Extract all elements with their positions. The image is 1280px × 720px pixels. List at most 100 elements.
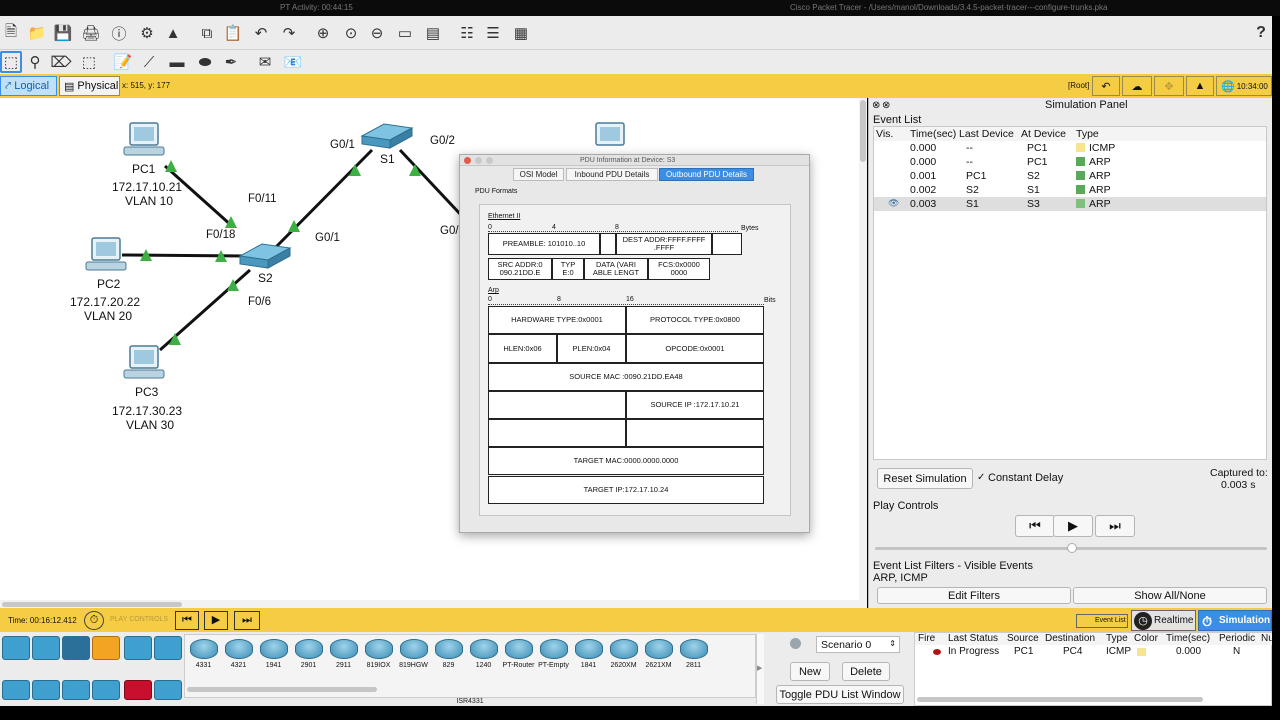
back-icon[interactable]: ↶	[1092, 76, 1120, 96]
switch-s2-icon[interactable]	[238, 243, 292, 269]
zoom-out-icon[interactable]: ⊖	[366, 22, 388, 44]
drawing-palette-icon[interactable]: ▭	[394, 22, 416, 44]
undock-panel-icon[interactable]: ⊗	[882, 100, 890, 111]
delete-icon[interactable]: ⌦	[50, 51, 72, 73]
device-pt-router[interactable]: PT-Router	[502, 637, 535, 683]
minimize-window-icon[interactable]	[475, 157, 482, 164]
event-row-selected[interactable]: 👁 0.003 S1 S3 ARP	[874, 197, 1266, 211]
new-scenario-button[interactable]: New	[790, 662, 830, 681]
zoom-reset-icon[interactable]: ⊙	[340, 22, 362, 44]
viewport-clock[interactable]: 🌐 10:34:00	[1216, 76, 1272, 96]
play-button[interactable]: ▶	[1053, 515, 1093, 537]
step-back-icon[interactable]: ⏮	[175, 611, 199, 630]
realtime-mode-button[interactable]: ◷ Realtime	[1131, 610, 1196, 631]
misc-category-icon[interactable]	[124, 636, 152, 660]
play-speed-slider-thumb[interactable]	[1067, 543, 1077, 553]
hubs-subcategory-icon[interactable]	[62, 680, 90, 700]
simulation-mode-button[interactable]: ⏱ Simulation	[1198, 610, 1272, 631]
event-row[interactable]: 0.001 PC1 S2 ARP	[874, 169, 1266, 183]
device-model-list[interactable]: 4331 4321 1941 2901 2911 819IOX 819HGW 8…	[184, 634, 756, 698]
event-row[interactable]: 0.002 S2 S1 ARP	[874, 183, 1266, 197]
copy-icon[interactable]: ⧉	[196, 22, 218, 44]
device-2901[interactable]: 2901	[292, 637, 325, 683]
device-2621xm[interactable]: 2621XM	[642, 637, 675, 683]
delete-scenario-button[interactable]: Delete	[842, 662, 890, 681]
device-829[interactable]: 829	[432, 637, 465, 683]
network-devices-category-icon[interactable]	[2, 636, 30, 660]
zoom-in-icon[interactable]: ⊕	[312, 22, 334, 44]
tab-inbound-pdu[interactable]: Inbound PDU Details	[566, 168, 658, 181]
pc3-icon[interactable]	[123, 345, 165, 379]
ellipse-icon[interactable]: ⬬	[194, 51, 216, 73]
pdu-list-icon[interactable]: ☷	[456, 22, 478, 44]
zoom-window-icon[interactable]	[486, 157, 493, 164]
move-icon[interactable]: ✥	[1154, 76, 1184, 96]
device-4331[interactable]: 4331	[187, 637, 220, 683]
step-back-button[interactable]: ⏮	[1015, 515, 1055, 537]
reset-simulation-button[interactable]: Reset Simulation	[877, 468, 973, 489]
rectangle-icon[interactable]: ▬	[166, 51, 188, 73]
edit-filters-button[interactable]: Edit Filters	[877, 587, 1071, 604]
step-forward-icon[interactable]: ⏭	[234, 611, 260, 630]
wizard-icon[interactable]: ⚙	[136, 22, 158, 44]
pc4-icon[interactable]	[595, 122, 625, 146]
info-icon[interactable]: ⓘ	[108, 22, 130, 44]
background-image-icon[interactable]: ▲	[1186, 76, 1214, 96]
canvas-vertical-scrollbar[interactable]	[859, 98, 867, 608]
add-complex-pdu-icon[interactable]: 📧	[282, 51, 304, 73]
network-icon[interactable]: ▲	[162, 22, 184, 44]
save-icon[interactable]: 💾	[52, 22, 74, 44]
freeform-icon[interactable]: ✒	[220, 51, 242, 73]
add-simple-pdu-icon[interactable]: ✉	[254, 51, 276, 73]
logical-tab[interactable]: ⤤ Logical	[0, 76, 57, 96]
switches-subcategory-icon[interactable]	[32, 680, 60, 700]
root-breadcrumb[interactable]: [Root]	[1068, 81, 1089, 90]
undo-icon[interactable]: ↶	[250, 22, 272, 44]
multiuser-category-icon[interactable]	[154, 636, 182, 660]
scenario-select[interactable]: Scenario 0 ⇕	[816, 636, 900, 653]
user-pdu-list[interactable]: Fire Last Status Source Destination Type…	[914, 632, 1274, 706]
event-row[interactable]: 0.000 -- PC1 ARP	[874, 155, 1266, 169]
end-devices-category-icon[interactable]	[32, 636, 60, 660]
physical-tab[interactable]: ▤ Physical	[59, 76, 120, 96]
switch-s1-icon[interactable]	[360, 123, 414, 149]
device-2620xm[interactable]: 2620XM	[607, 637, 640, 683]
toggle-pdu-list-button[interactable]: Toggle PDU List Window	[776, 685, 904, 704]
close-window-icon[interactable]	[464, 157, 471, 164]
line-icon[interactable]: ⟋	[138, 51, 160, 73]
help-icon[interactable]: ?	[1250, 22, 1272, 44]
device-list-scrollbar[interactable]	[187, 687, 377, 692]
device-2811[interactable]: 2811	[677, 637, 710, 683]
expand-icon[interactable]: ▶	[756, 634, 764, 704]
security-subcategory-icon[interactable]	[124, 680, 152, 700]
pdu-list-scrollbar[interactable]	[917, 697, 1203, 702]
device-1841[interactable]: 1841	[572, 637, 605, 683]
device-4321[interactable]: 4321	[222, 637, 255, 683]
components-category-icon[interactable]	[62, 636, 90, 660]
close-panel-icon[interactable]: ⊗	[872, 100, 880, 111]
power-cycle-icon[interactable]: ⏱	[84, 611, 104, 630]
paste-icon[interactable]: 📋	[222, 22, 244, 44]
custom-device-icon[interactable]: ▤	[422, 22, 444, 44]
pc1-icon[interactable]	[123, 122, 165, 156]
tab-outbound-pdu[interactable]: Outbound PDU Details	[659, 168, 754, 181]
constant-delay-checkbox[interactable]: ✓	[977, 472, 985, 483]
redo-icon[interactable]: ↷	[278, 22, 300, 44]
inspect-icon[interactable]: ⚲	[24, 51, 46, 73]
event-row[interactable]: 0.000 -- PC1 ICMP	[874, 141, 1266, 155]
wireless-subcategory-icon[interactable]	[92, 680, 120, 700]
event-list-toggle-button[interactable]: Event List	[1076, 614, 1128, 628]
print-icon[interactable]: 🖨	[80, 22, 102, 44]
device-2911[interactable]: 2911	[327, 637, 360, 683]
device-list-icon[interactable]: ☰	[482, 22, 504, 44]
open-folder-icon[interactable]: 📁	[26, 22, 48, 44]
step-forward-button[interactable]: ⏭	[1095, 515, 1135, 537]
device-1240[interactable]: 1240	[467, 637, 500, 683]
new-file-icon[interactable]: 🗎	[0, 22, 22, 44]
event-list-table[interactable]: Vis. Time(sec) Last Device At Device Typ…	[873, 126, 1267, 460]
pc2-icon[interactable]	[85, 237, 127, 271]
fire-icon[interactable]	[933, 649, 941, 655]
cluster-icon[interactable]: ☁	[1122, 76, 1152, 96]
device-1941[interactable]: 1941	[257, 637, 290, 683]
routers-subcategory-icon[interactable]	[2, 680, 30, 700]
